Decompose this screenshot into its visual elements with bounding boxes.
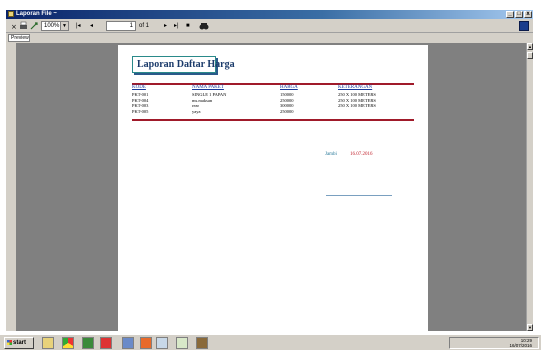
first-page-icon[interactable]: |◂ (76, 21, 81, 31)
folder-icon[interactable] (42, 337, 54, 349)
clock[interactable]: 10:29 16/07/2016 (509, 338, 532, 348)
signature-place: Jambi (325, 152, 337, 157)
signature-date: 16.07.2016 (350, 152, 373, 157)
binoculars-icon[interactable] (199, 21, 209, 31)
export-icon[interactable] (30, 21, 39, 31)
app-icon (8, 11, 14, 17)
chrome-icon[interactable] (62, 337, 74, 349)
next-page-icon[interactable]: ▸ (164, 21, 167, 31)
clock-date: 16/07/2016 (509, 343, 532, 348)
last-page-icon[interactable]: ▸| (174, 21, 179, 31)
report-title-box: Laporan Daftar Harga (132, 56, 235, 73)
scroll-thumb[interactable] (527, 52, 533, 59)
cell-nama-paket: SINGLE 1 PAPAN (192, 92, 227, 97)
app-icon-active[interactable] (156, 337, 168, 349)
cell-harga: 250000 (280, 97, 294, 103)
header-rule-bottom (132, 119, 414, 121)
scroll-down-icon[interactable]: ▼ (527, 324, 533, 331)
zoom-value: 100% (44, 23, 60, 29)
app-icon-brown[interactable] (196, 337, 208, 349)
cell-keterangan: 250 X 100 METERS (338, 92, 376, 97)
stop-icon[interactable]: ■ (186, 21, 190, 31)
cell-kode: PKT-005 (132, 108, 149, 114)
app-icon-chart[interactable] (176, 337, 188, 349)
cell-keterangan: 250 X 100 METERS (338, 103, 376, 108)
print-icon[interactable] (19, 21, 28, 31)
start-button[interactable]: start (4, 337, 34, 349)
column-header-kode: KODE (132, 85, 146, 90)
group-tree-pane (6, 43, 16, 331)
cell-harga: 300000 (280, 103, 294, 108)
cell-nama-paket: ms.maksan (192, 97, 213, 103)
tab-preview[interactable]: Preview (8, 34, 30, 42)
column-header-nama-paket: NAMA PAKET (192, 85, 224, 90)
zoom-select[interactable]: 100% ▼ (41, 21, 69, 31)
cell-kode: PKT-004 (132, 97, 149, 103)
close-report-icon[interactable]: × (10, 21, 18, 31)
column-header-harga: HARGA (280, 85, 298, 90)
previous-page-icon[interactable]: ◂ (90, 21, 93, 31)
cell-harga: 250000 (280, 108, 294, 114)
app-icon-blue[interactable] (122, 337, 134, 349)
title-bar: Laporan File ~ _ □ x (6, 10, 533, 19)
table-header: KODE NAMA PAKET HARGA KETERANGAN (132, 85, 414, 92)
app-icon-green[interactable] (82, 337, 94, 349)
cell-kode: PKT-001 (132, 92, 149, 97)
scroll-up-icon[interactable]: ▲ (527, 43, 533, 50)
toolbar: × 100% ▼ |◂ ◂ 1 of 1 ▸ ▸| ■ (6, 19, 533, 33)
minimize-button[interactable]: _ (506, 11, 514, 18)
taskbar: start 10:29 16/07/2016 (0, 334, 541, 350)
chevron-down-icon[interactable]: ▼ (60, 22, 68, 30)
vertical-scrollbar[interactable]: ▲ ▼ (526, 43, 533, 331)
window-title: Laporan File ~ (16, 11, 57, 17)
app-icon-red[interactable] (100, 337, 112, 349)
windows-logo-icon (7, 340, 12, 345)
app-icon-orange[interactable] (140, 337, 152, 349)
start-label: start (13, 340, 27, 346)
tab-bar: Preview (6, 33, 533, 43)
cell-kode: PKT-003 (132, 103, 149, 108)
cell-nama-paket: yaya (192, 108, 201, 114)
crystal-logo-icon (519, 21, 529, 31)
cell-keterangan: 250 X 100 METERS (338, 97, 376, 103)
system-tray: 10:29 16/07/2016 (449, 337, 539, 349)
table-row: PKT-005 yaya 250000 (132, 109, 414, 115)
cell-nama-paket: rear (192, 103, 199, 108)
svg-text:×: × (11, 23, 17, 31)
signature-line (326, 195, 392, 196)
maximize-button[interactable]: □ (515, 11, 523, 18)
page-number-input[interactable]: 1 (106, 21, 136, 31)
close-button[interactable]: x (524, 11, 532, 18)
cell-harga: 150000 (280, 92, 294, 97)
table-body: PKT-001 SINGLE 1 PAPAN 150000 250 X 100 … (132, 92, 414, 114)
page-of-label: of 1 (139, 23, 150, 29)
column-header-keterangan: KETERANGAN (338, 85, 373, 90)
report-page: Laporan Daftar Harga KODE NAMA PAKET HAR… (118, 45, 428, 331)
report-title: Laporan Daftar Harga (137, 59, 235, 70)
window-controls: _ □ x (506, 11, 532, 18)
